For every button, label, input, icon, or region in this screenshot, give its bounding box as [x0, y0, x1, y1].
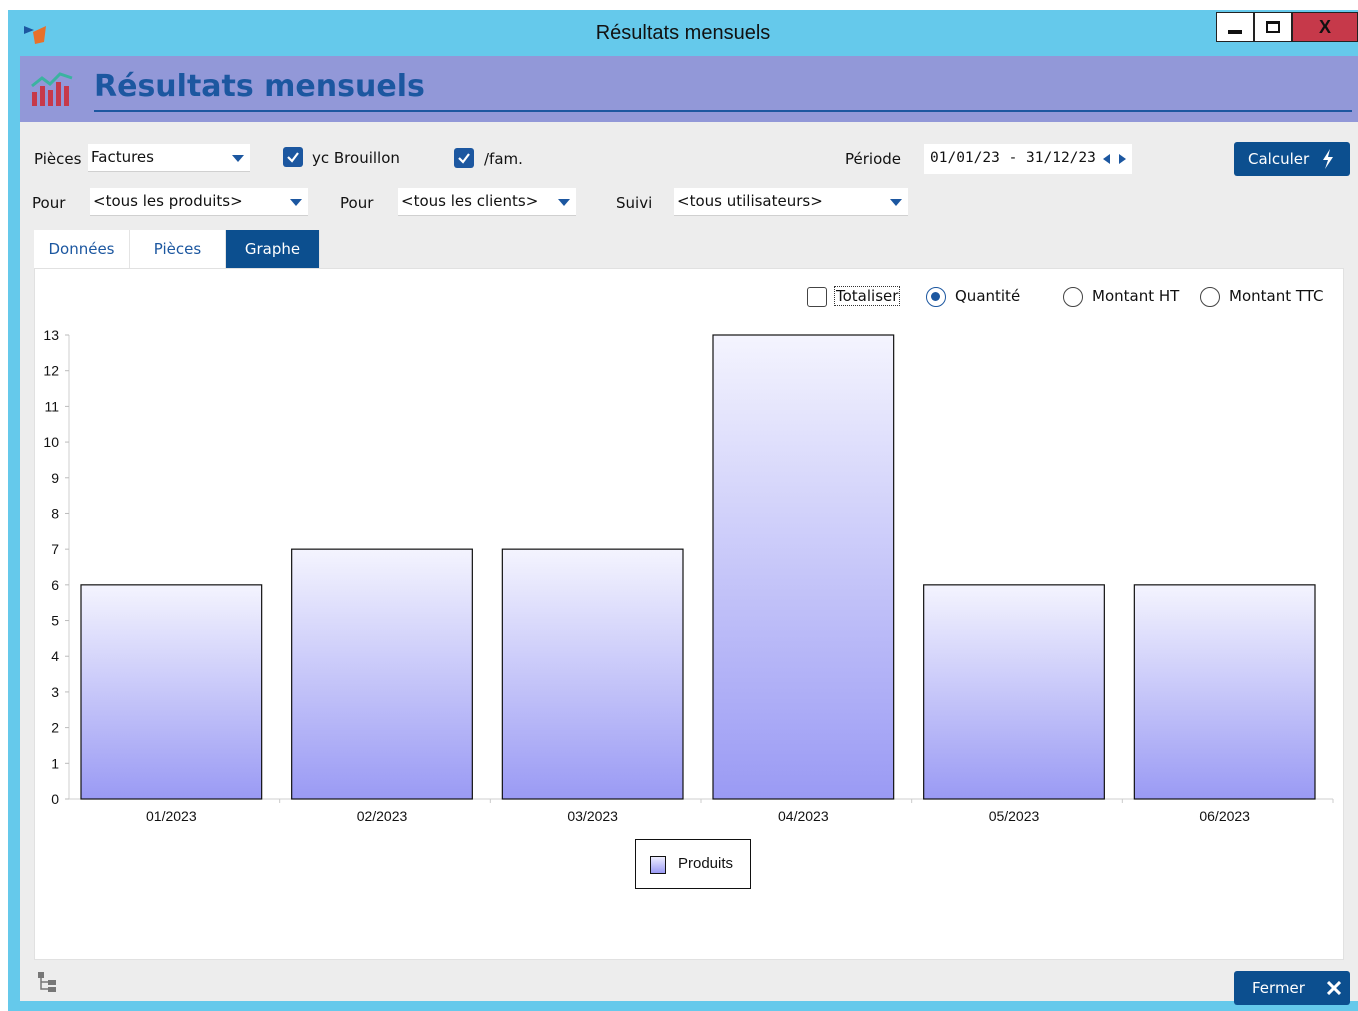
close-x-icon: [1326, 981, 1341, 995]
window-title: Résultats mensuels: [595, 22, 771, 44]
y-tick-label: 6: [51, 577, 59, 593]
yc-brouillon-checkbox[interactable]: [283, 147, 303, 167]
tab-graphe[interactable]: Graphe: [226, 230, 320, 268]
page-header: Résultats mensuels: [20, 56, 1358, 122]
bar-03/2023: [501, 548, 684, 800]
clients-select-value: <tous les clients>: [401, 192, 539, 210]
legend-label: Produits: [678, 855, 734, 872]
bar-02/2023: [291, 548, 473, 800]
suivi-select-value: <tous utilisateurs>: [677, 192, 823, 210]
clients-select[interactable]: <tous les clients>: [398, 188, 576, 216]
fermer-button[interactable]: Fermer: [1234, 971, 1350, 1005]
chevron-down-icon: [232, 155, 244, 162]
app-window: Résultats mensuels X Résultats mensuels …: [8, 10, 1358, 1011]
periode-label: Période: [845, 150, 902, 168]
fermer-label: Fermer: [1252, 979, 1305, 997]
yc-brouillon-label: yc Brouillon: [312, 149, 400, 167]
graph-panel: Totaliser Quantité Montant HT Montant TT…: [34, 268, 1344, 960]
pieces-label: Pièces: [34, 150, 82, 168]
x-tick-label: 04/2023: [778, 808, 829, 824]
y-tick-label: 4: [51, 648, 59, 664]
suivi-label: Suivi: [616, 194, 653, 212]
bar-chart: 01234567891011121301/2023 02/2023 03/2023 0…: [43, 327, 1334, 824]
x-tick-label: 06/2023: [1199, 808, 1250, 824]
y-tick-label: 5: [51, 613, 59, 629]
y-tick-label: 7: [51, 541, 59, 557]
tab-donnees[interactable]: Données: [34, 230, 130, 268]
y-tick-label: 1: [51, 755, 59, 771]
close-button[interactable]: X: [1292, 12, 1358, 42]
x-tick-label: 01/2023: [146, 808, 197, 824]
pour-produits-label: Pour: [32, 194, 66, 212]
tab-pieces[interactable]: Pièces: [130, 230, 226, 268]
minimize-button[interactable]: [1216, 12, 1254, 42]
page-title: Résultats mensuels: [94, 69, 425, 104]
y-tick-label: 0: [51, 791, 59, 807]
y-tick-label: 9: [51, 470, 59, 486]
y-tick-label: 3: [51, 684, 59, 700]
check-icon: [287, 152, 299, 163]
close-icon: X: [1318, 16, 1331, 37]
bar-04/2023: [712, 334, 895, 800]
calculer-label: Calculer: [1248, 150, 1310, 168]
bar-01/2023: [80, 584, 263, 800]
header-rule: [94, 110, 1352, 112]
x-tick-label: 02/2023: [357, 808, 408, 824]
maximize-button[interactable]: [1254, 12, 1292, 42]
y-tick-label: 10: [43, 434, 59, 450]
y-tick-label: 12: [43, 363, 59, 379]
period-next-icon[interactable]: [1116, 152, 1129, 166]
bar-chart-icon: [31, 72, 73, 106]
chevron-down-icon: [558, 199, 570, 206]
tree-view-icon[interactable]: [38, 972, 62, 994]
y-tick-label: 11: [44, 398, 59, 414]
legend-swatch: [650, 856, 666, 874]
title-bar: Résultats mensuels X: [8, 10, 1358, 56]
y-tick-label: 13: [43, 327, 59, 343]
fam-checkbox[interactable]: [454, 148, 474, 168]
chevron-down-icon: [890, 199, 902, 206]
bar-05/2023: [923, 584, 1105, 800]
main-body: Pièces Factures yc Brouillon /fam. Pério…: [20, 122, 1358, 1005]
x-tick-label: 03/2023: [567, 808, 618, 824]
produits-select[interactable]: <tous les produits>: [90, 188, 308, 216]
lightning-icon: [1323, 149, 1334, 169]
produits-select-value: <tous les produits>: [93, 192, 243, 210]
x-tick-label: 05/2023: [989, 808, 1040, 824]
maximize-icon: [1266, 21, 1280, 33]
bar-06/2023: [1133, 584, 1316, 800]
pieces-select-value: Factures: [91, 148, 154, 166]
chevron-down-icon: [290, 199, 302, 206]
calculer-button[interactable]: Calculer: [1234, 142, 1350, 176]
suivi-select[interactable]: <tous utilisateurs>: [674, 188, 908, 216]
periode-value: 01/01/23 - 31/12/23: [930, 150, 1096, 166]
fam-label: /fam.: [484, 150, 523, 168]
y-tick-label: 8: [51, 505, 59, 521]
periode-field[interactable]: 01/01/23 - 31/12/23: [924, 144, 1132, 174]
y-tick-label: 2: [51, 720, 59, 736]
period-prev-icon[interactable]: [1100, 152, 1113, 166]
pour-clients-label: Pour: [340, 194, 374, 212]
pieces-select[interactable]: Factures: [88, 144, 250, 172]
chart-legend: Produits: [635, 839, 751, 889]
minimize-icon: [1228, 30, 1242, 34]
check-icon: [458, 153, 470, 164]
